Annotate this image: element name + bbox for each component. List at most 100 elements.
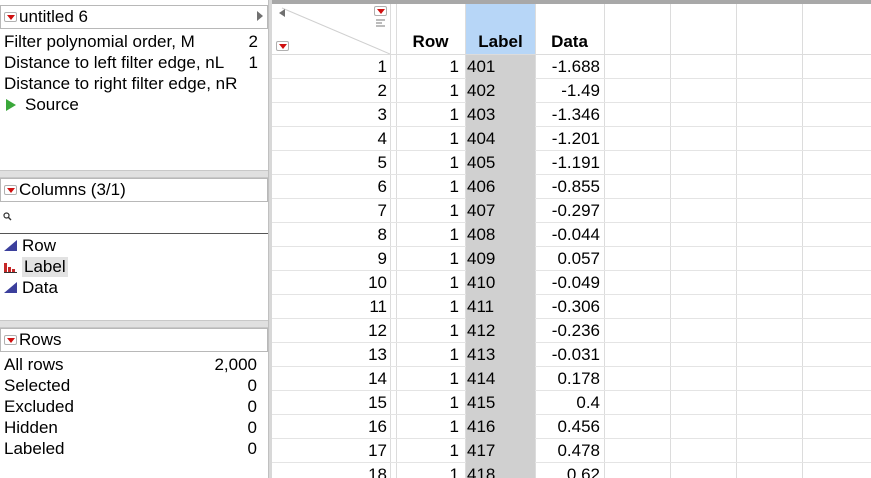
row-number[interactable]: 17 [272,439,390,463]
row-number[interactable]: 13 [272,343,390,367]
table-row[interactable]: 2 1 402 -1.49 [272,79,871,103]
table-row[interactable]: 3 1 403 -1.346 [272,103,871,127]
row-number[interactable]: 3 [272,103,390,127]
cell-data[interactable]: 0.62 [535,463,604,478]
table-row[interactable]: 9 1 409 0.057 [272,247,871,271]
cell-label[interactable]: 405 [466,151,535,175]
cell-data[interactable]: 0.4 [535,391,604,415]
cell-data[interactable]: -0.031 [535,343,604,367]
row-number[interactable]: 14 [272,367,390,391]
row-number[interactable]: 6 [272,175,390,199]
column-header-row[interactable]: Row [396,4,465,54]
column-header-label-selected[interactable]: Label [466,4,535,54]
cell-label[interactable]: 403 [466,103,535,127]
row-number[interactable]: 5 [272,151,390,175]
table-row[interactable]: 13 1 413 -0.031 [272,343,871,367]
panel-divider[interactable] [0,320,270,328]
data-grid[interactable]: Row Label Data 1 1 401 -1.688 2 1 402 -1.49 3 1 40… [272,0,871,478]
table-property[interactable]: Distance to right filter edge, nR [4,73,258,94]
column-item-label[interactable]: Label [4,256,68,277]
columns-hotspot-icon[interactable] [4,185,17,195]
table-row[interactable]: 10 1 410 -0.049 [272,271,871,295]
table-hotspot-icon[interactable] [4,12,17,22]
row-number[interactable]: 9 [272,247,390,271]
table-row[interactable]: 15 1 415 0.4 [272,391,871,415]
rows-stat[interactable]: All rows 2,000 [4,354,257,375]
cell-data[interactable]: -1.191 [535,151,604,175]
cell-data[interactable]: 0.478 [535,439,604,463]
cell-row[interactable]: 1 [396,415,465,439]
row-number[interactable]: 18 [272,463,390,478]
rows-panel-header[interactable]: Rows [0,328,268,352]
column-tools-icon[interactable] [376,19,386,29]
table-row[interactable]: 17 1 417 0.478 [272,439,871,463]
cell-row[interactable]: 1 [396,391,465,415]
cell-label[interactable]: 410 [466,271,535,295]
cell-row[interactable]: 1 [396,55,465,79]
cell-data[interactable]: -0.049 [535,271,604,295]
cell-data[interactable]: -1.201 [535,127,604,151]
cell-label[interactable]: 408 [466,223,535,247]
cell-label[interactable]: 404 [466,127,535,151]
row-number[interactable]: 8 [272,223,390,247]
cell-row[interactable]: 1 [396,199,465,223]
cell-row[interactable]: 1 [396,151,465,175]
cell-label[interactable]: 417 [466,439,535,463]
cell-data[interactable]: 0.057 [535,247,604,271]
row-number[interactable]: 15 [272,391,390,415]
source-script[interactable]: Source [6,94,79,115]
rows-stat[interactable]: Labeled 0 [4,438,257,459]
cell-label[interactable]: 407 [466,199,535,223]
table-row[interactable]: 1 1 401 -1.688 [272,55,871,79]
table-row[interactable]: 7 1 407 -0.297 [272,199,871,223]
cell-label[interactable]: 411 [466,295,535,319]
cell-label[interactable]: 402 [466,79,535,103]
row-number[interactable]: 2 [272,79,390,103]
table-row[interactable]: 5 1 405 -1.191 [272,151,871,175]
rows-stat[interactable]: Excluded 0 [4,396,257,417]
expand-arrow-icon[interactable] [257,11,263,21]
cell-data[interactable]: 0.178 [535,367,604,391]
cell-data[interactable]: -0.236 [535,319,604,343]
row-number[interactable]: 4 [272,127,390,151]
column-header-data[interactable]: Data [535,4,604,54]
table-row[interactable]: 6 1 406 -0.855 [272,175,871,199]
table-row[interactable]: 4 1 404 -1.201 [272,127,871,151]
cell-label[interactable]: 418 [466,463,535,478]
rows-hotspot-icon[interactable] [4,335,17,345]
table-row[interactable]: 16 1 416 0.456 [272,415,871,439]
cell-label[interactable]: 412 [466,319,535,343]
row-number[interactable]: 1 [272,55,390,79]
cell-label[interactable]: 414 [466,367,535,391]
cell-data[interactable]: -1.688 [535,55,604,79]
cell-label[interactable]: 416 [466,415,535,439]
cell-row[interactable]: 1 [396,367,465,391]
row-number[interactable]: 7 [272,199,390,223]
cell-data[interactable]: -0.297 [535,199,604,223]
table-property[interactable]: Distance to left filter edge, nL 1 [4,52,258,73]
cell-row[interactable]: 1 [396,79,465,103]
cell-row[interactable]: 1 [396,439,465,463]
column-item-row[interactable]: Row [4,235,56,256]
cell-data[interactable]: -0.044 [535,223,604,247]
cell-label[interactable]: 409 [466,247,535,271]
cell-label[interactable]: 413 [466,343,535,367]
panel-divider[interactable] [0,170,270,178]
cell-data[interactable]: -0.855 [535,175,604,199]
cell-row[interactable]: 1 [396,103,465,127]
row-number[interactable]: 10 [272,271,390,295]
cell-row[interactable]: 1 [396,175,465,199]
cell-row[interactable]: 1 [396,271,465,295]
rows-stat[interactable]: Selected 0 [4,375,257,396]
column-item-data[interactable]: Data [4,277,58,298]
cell-data[interactable]: 0.456 [535,415,604,439]
table-property[interactable]: Filter polynomial order, M 2 [4,31,258,52]
row-number[interactable]: 11 [272,295,390,319]
cell-row[interactable]: 1 [396,319,465,343]
row-number[interactable]: 12 [272,319,390,343]
table-row[interactable]: 14 1 414 0.178 [272,367,871,391]
cell-data[interactable]: -1.346 [535,103,604,127]
cell-row[interactable]: 1 [396,343,465,367]
table-row[interactable]: 8 1 408 -0.044 [272,223,871,247]
columns-menu-hotspot-icon[interactable] [374,6,387,16]
